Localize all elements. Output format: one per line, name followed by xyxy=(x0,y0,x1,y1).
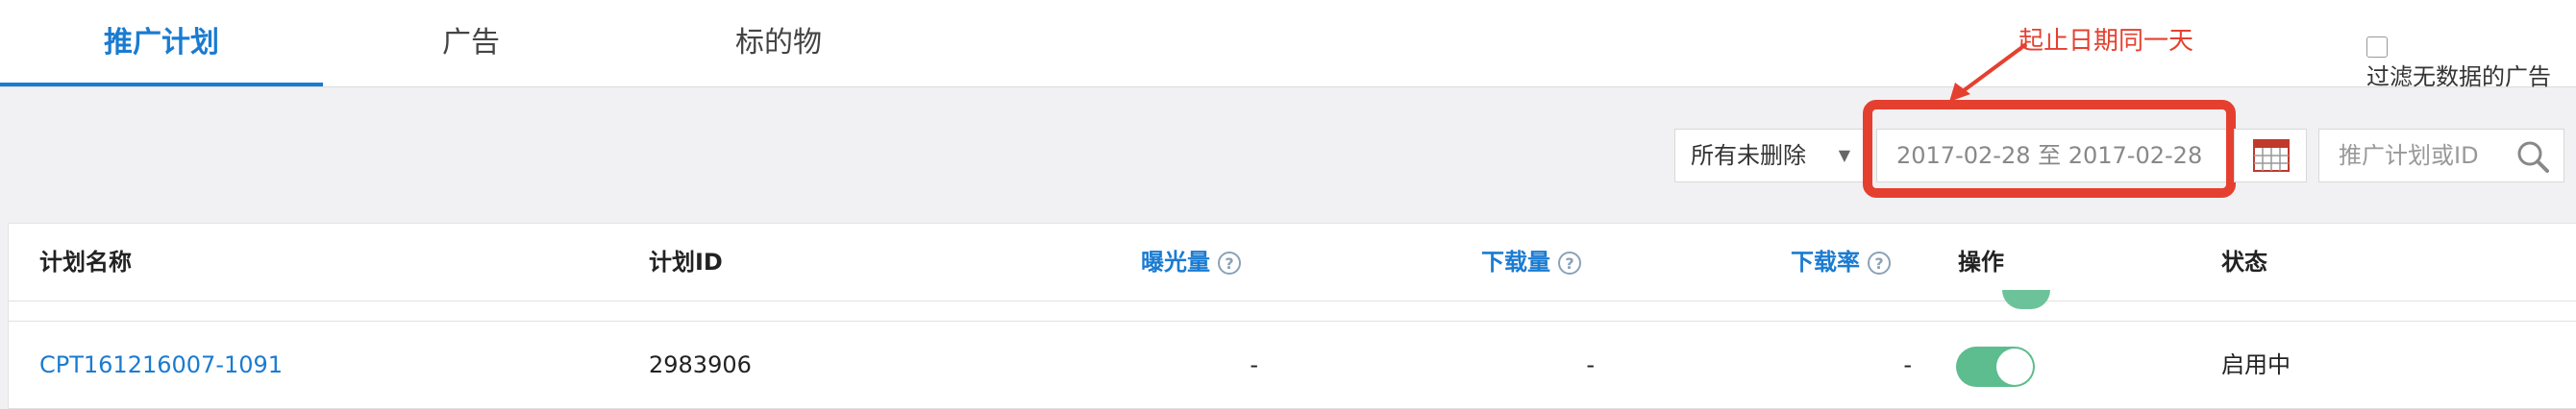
calendar-button[interactable] xyxy=(2234,129,2307,182)
tab-promotion-plan[interactable]: 推广计划 xyxy=(0,0,323,86)
column-header-plan-id: 计划ID xyxy=(649,249,723,276)
status-select[interactable]: 所有未删除 ▼ xyxy=(1674,129,1865,182)
search-icon[interactable] xyxy=(2515,139,2550,174)
plan-table: 计划名称 计划ID 曝光量? 下载量? 下载率? 操作 状态 CPT161216… xyxy=(8,223,2576,409)
column-header-plan-name: 计划名称 xyxy=(39,249,132,276)
download-rate-value: - xyxy=(1903,351,1912,378)
search-placeholder: 推广计划或ID xyxy=(2339,142,2479,169)
chevron-down-icon: ▼ xyxy=(1838,146,1850,164)
impressions-value: - xyxy=(1250,351,1258,378)
help-icon[interactable]: ? xyxy=(1558,252,1581,275)
tab-target-object[interactable]: 标的物 xyxy=(682,0,875,86)
tab-ads[interactable]: 广告 xyxy=(394,0,548,86)
calendar-icon xyxy=(2253,139,2290,172)
column-header-downloads-label[interactable]: 下载量 xyxy=(1481,249,1550,276)
annotation-label: 起止日期同一天 xyxy=(2019,27,2194,56)
table-row: CPT161216007-1091 2983906 - - - 启用中 xyxy=(9,322,2576,408)
column-header-download-rate[interactable]: 下载率? xyxy=(1791,224,1891,301)
active-tab-underline xyxy=(0,83,323,86)
filter-label: 过滤无数据的广告 xyxy=(2366,63,2551,90)
plan-name-link[interactable]: CPT161216007-1091 xyxy=(39,322,283,408)
column-header-download-rate-label[interactable]: 下载率 xyxy=(1791,249,1860,276)
status-text: 启用中 xyxy=(2221,351,2291,378)
top-tab-bar: 推广计划 广告 标的物 起止日期同一天 过滤无数据的广告 xyxy=(0,0,2576,102)
toggle-knob xyxy=(1996,349,2033,385)
filter-checkbox[interactable] xyxy=(2366,36,2388,58)
column-header-status: 状态 xyxy=(2221,249,2267,276)
filter-no-data[interactable]: 过滤无数据的广告 xyxy=(2366,36,2576,90)
downloads-value: - xyxy=(1586,351,1595,378)
search-input[interactable]: 推广计划或ID xyxy=(2318,129,2564,182)
column-header-actions: 操作 xyxy=(1958,249,2004,276)
annotation-highlight-box xyxy=(1863,100,2236,198)
table-header: 计划名称 计划ID 曝光量? 下载量? 下载率? 操作 状态 xyxy=(9,224,2576,301)
column-header-impressions[interactable]: 曝光量? xyxy=(1141,224,1241,301)
table-row-partial xyxy=(9,290,2576,322)
help-icon[interactable]: ? xyxy=(1868,252,1891,275)
toggle-switch-partial xyxy=(2002,290,2050,309)
column-header-impressions-label[interactable]: 曝光量 xyxy=(1141,249,1210,276)
enable-toggle-switch[interactable] xyxy=(1956,347,2035,387)
plan-id: 2983906 xyxy=(649,351,752,378)
help-icon[interactable]: ? xyxy=(1218,252,1241,275)
column-header-downloads[interactable]: 下载量? xyxy=(1481,224,1581,301)
annotation-arrow-icon xyxy=(1949,42,2028,102)
status-select-value: 所有未删除 xyxy=(1691,142,1806,169)
